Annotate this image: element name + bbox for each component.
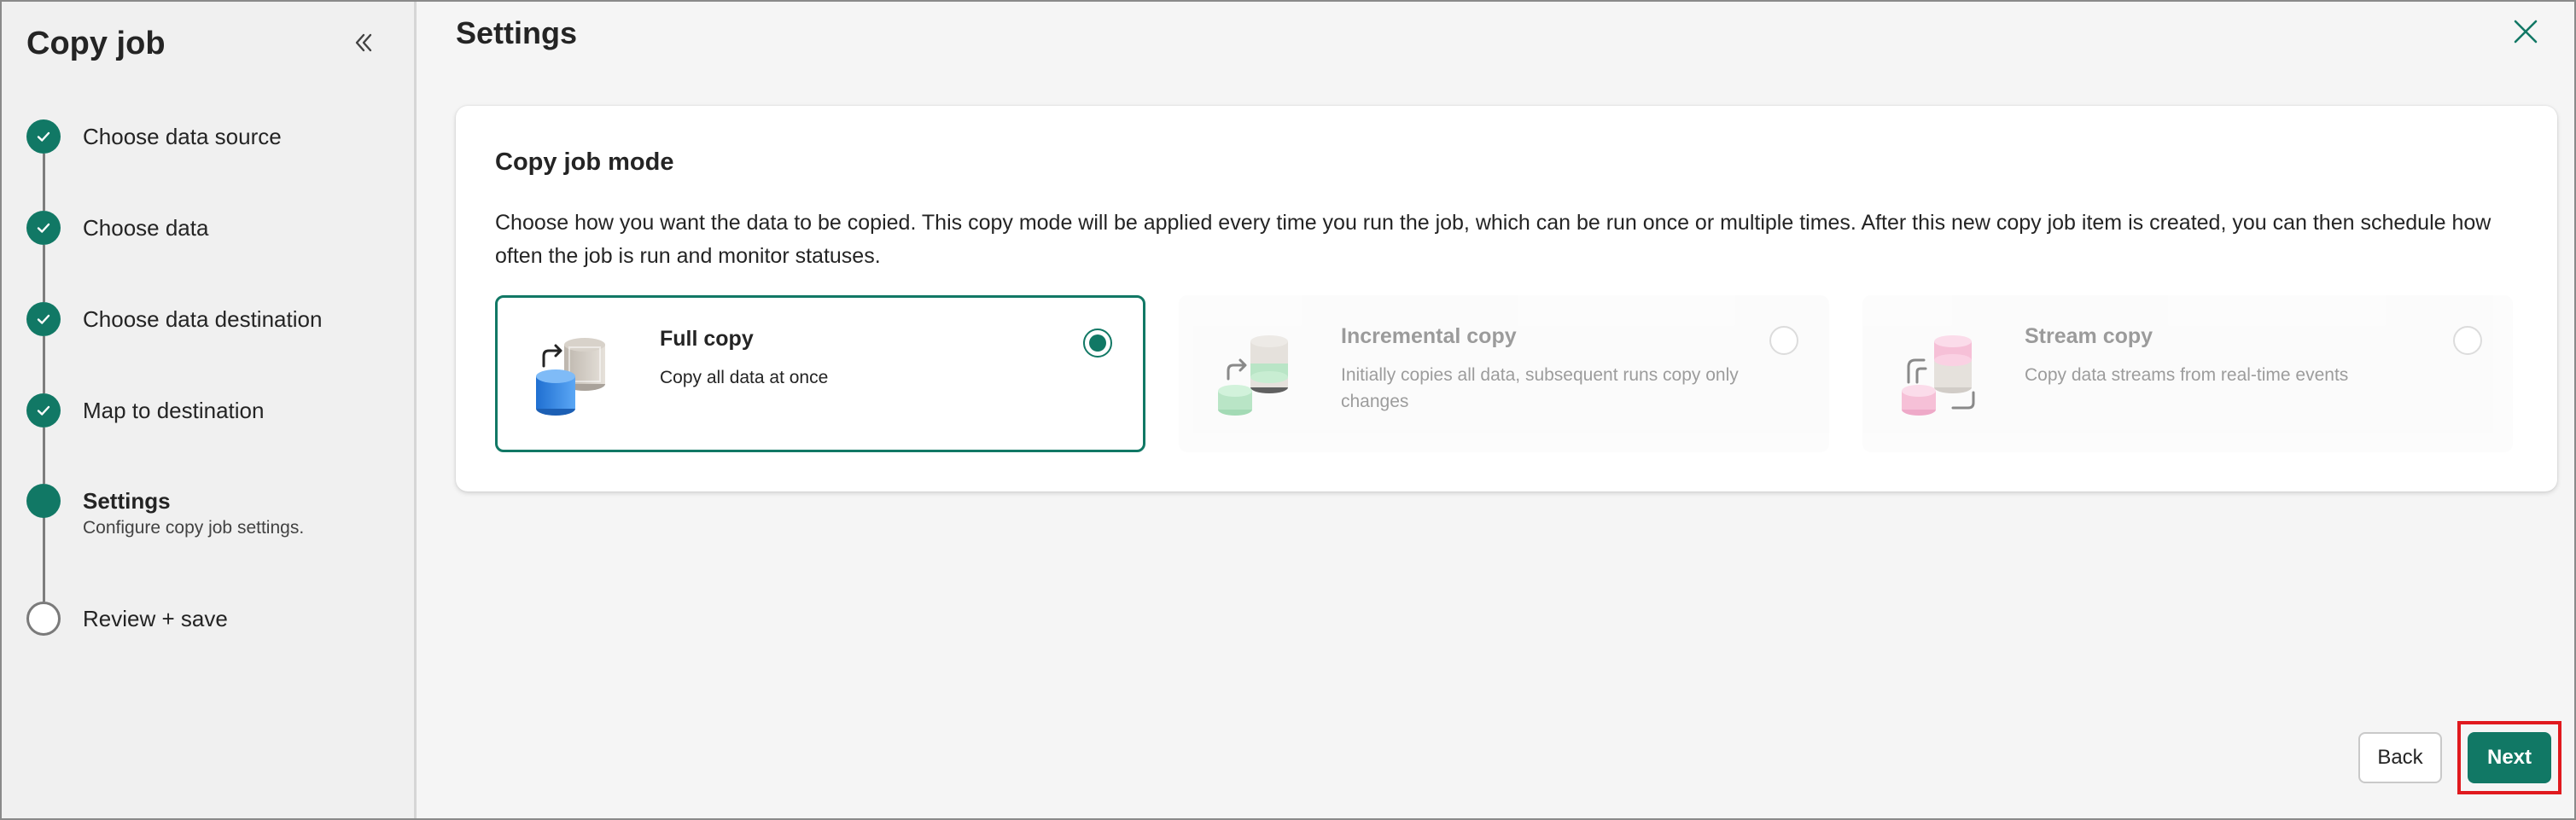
step-complete-indicator <box>26 211 61 245</box>
step-sublabel: Configure copy job settings. <box>83 518 305 538</box>
checkmark-icon <box>37 131 50 142</box>
step-label: Settings <box>83 488 171 514</box>
step-connector <box>43 154 45 211</box>
checkmark-icon <box>37 405 50 416</box>
step-review-save[interactable]: Review + save <box>26 602 228 636</box>
step-complete-indicator <box>26 302 61 336</box>
step-choose-data-source[interactable]: Choose data source <box>26 119 282 154</box>
step-settings[interactable]: Settings Configure copy job settings. <box>26 484 304 538</box>
next-button[interactable]: Next <box>2468 732 2551 783</box>
step-complete-indicator <box>26 119 61 154</box>
step-map-to-destination[interactable]: Map to destination <box>26 393 264 427</box>
step-label: Choose data destination <box>83 306 323 332</box>
option-stream-copy[interactable]: Stream copy Copy data streams from real-… <box>1862 295 2513 452</box>
option-title: Stream copy <box>2025 324 2153 348</box>
step-complete-indicator <box>26 393 61 427</box>
option-description: Copy all data at once <box>660 368 829 387</box>
step-label: Choose data <box>83 215 209 241</box>
step-choose-data-destination[interactable]: Choose data destination <box>26 302 322 336</box>
wizard-sidebar: Copy job Choose data source Choose data <box>2 2 417 818</box>
double-chevron-left-icon <box>355 33 372 52</box>
stream-copy-icon <box>1902 335 1975 416</box>
card-description: Choose how you want the data to be copie… <box>495 211 2491 268</box>
page-title: Settings <box>456 15 578 50</box>
option-title: Full copy <box>660 327 754 351</box>
step-label: Map to destination <box>83 398 265 423</box>
step-connector <box>43 336 45 393</box>
step-connector <box>43 245 45 302</box>
step-choose-data[interactable]: Choose data <box>26 211 208 245</box>
option-title: Incremental copy <box>1341 324 1517 348</box>
option-description: Copy data streams from real-time events <box>2025 365 2349 385</box>
back-button[interactable]: Back <box>2358 732 2442 783</box>
radio-full-copy[interactable] <box>1083 329 1112 358</box>
copy-job-mode-card: Copy job mode Choose how you want the da… <box>456 106 2557 491</box>
collapse-sidebar-button[interactable] <box>347 26 381 60</box>
checkmark-icon <box>37 314 50 324</box>
step-pending-indicator <box>26 602 61 636</box>
copy-job-window: Copy job Choose data source Choose data <box>0 0 2576 820</box>
close-button[interactable] <box>2508 14 2544 49</box>
sidebar-title: Copy job <box>26 26 166 61</box>
radio-stream-copy[interactable] <box>2453 326 2482 355</box>
option-description: Initially copies all data, subsequent ru… <box>1341 365 1739 411</box>
card-title: Copy job mode <box>495 148 674 176</box>
close-icon <box>2514 20 2538 44</box>
step-connector <box>43 427 45 484</box>
step-label: Review + save <box>83 606 228 631</box>
checkmark-icon <box>37 223 50 233</box>
radio-incremental-copy[interactable] <box>1769 326 1798 355</box>
full-copy-icon <box>536 338 605 416</box>
step-active-indicator <box>26 484 61 518</box>
option-incremental-copy[interactable]: Incremental copy Initially copies all da… <box>1179 295 1829 452</box>
incremental-copy-icon <box>1218 335 1288 416</box>
option-full-copy[interactable]: Full copy Copy all data at once <box>495 295 1145 452</box>
step-label: Choose data source <box>83 124 282 149</box>
